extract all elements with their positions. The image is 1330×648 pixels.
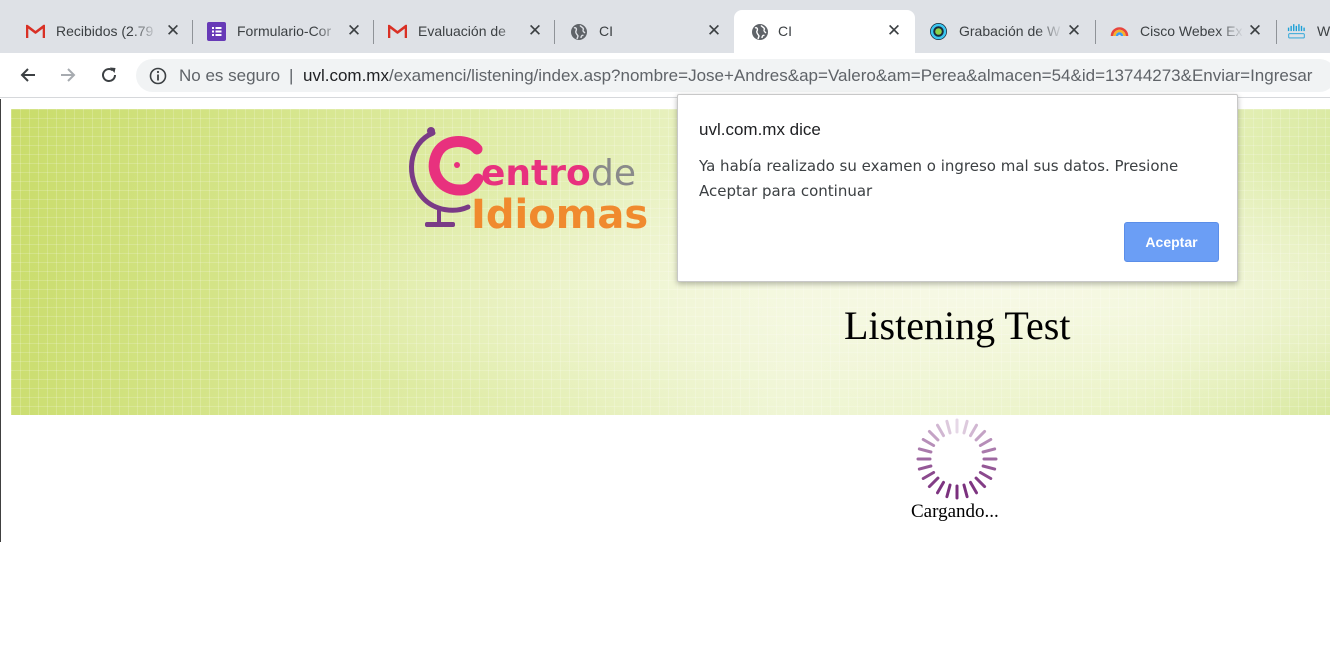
tab-close-icon[interactable]: ✕ — [165, 23, 181, 40]
tab-cisco-webex[interactable]: Cisco Webex Ex ✕ — [1084, 10, 1277, 53]
alert-dialog: uvl.com.mx dice Ya había realizado su ex… — [677, 94, 1238, 282]
globe-icon — [750, 22, 769, 41]
spinner-spoke — [962, 483, 969, 499]
tab-title: Evaluación de — [418, 23, 506, 39]
security-label[interactable]: No es seguro — [179, 66, 280, 86]
tab-title: Grabación de W — [959, 23, 1061, 39]
omnibox-separator: | — [289, 66, 294, 85]
arrow-right-icon — [61, 68, 76, 82]
tab-recibidos[interactable]: Recibidos (2.79 ✕ — [0, 10, 193, 53]
tab-close-icon[interactable]: ✕ — [1247, 23, 1263, 40]
tab-close-icon[interactable]: ✕ — [886, 23, 902, 40]
gmail-icon — [26, 22, 45, 41]
spinner-spoke — [981, 464, 997, 471]
page-edge — [0, 99, 1, 542]
tab-title: W — [1317, 23, 1330, 39]
tab-title: CI — [778, 23, 792, 39]
spinner-spoke — [945, 483, 952, 499]
tab-grabacion[interactable]: Grabación de W ✕ — [903, 10, 1096, 53]
tab-close-icon[interactable]: ✕ — [1066, 23, 1082, 40]
tab-ci-active[interactable]: CI ✕ — [734, 10, 915, 53]
google-forms-icon — [207, 22, 226, 41]
tab-title: Cisco Webex Ex — [1140, 23, 1243, 39]
webex-icon — [929, 22, 948, 41]
webex-meetings-icon — [1110, 22, 1129, 41]
dialog-title: uvl.com.mx dice — [699, 120, 821, 139]
spinner-spoke — [978, 438, 993, 447]
loading-text: Cargando... — [911, 501, 999, 522]
spinner-spoke — [962, 419, 969, 435]
tab-close-icon[interactable]: ✕ — [706, 23, 722, 40]
centro-de-idiomas-logo: entro de Idiomas — [409, 127, 648, 233]
spinner-spoke — [978, 471, 993, 480]
forward-button[interactable] — [54, 61, 82, 89]
browser-toolbar: No es seguro | uvl.com.mx/examenci/liste… — [0, 53, 1330, 98]
url-text[interactable]: uvl.com.mx/examenci/listening/index.asp?… — [303, 66, 1312, 86]
page-title: Listening Test — [844, 303, 1071, 348]
address-bar[interactable]: No es seguro | uvl.com.mx/examenci/liste… — [136, 59, 1330, 92]
url-path: /examenci/listening/index.asp?nombre=Jos… — [388, 66, 1313, 85]
logo-word-de: de — [591, 153, 636, 194]
gmail-icon — [388, 22, 407, 41]
tab-strip: Recibidos (2.79 ✕ Formulario-Cor ✕ Evalu… — [0, 0, 1330, 53]
tab-title: CI — [599, 23, 613, 39]
back-button[interactable] — [14, 61, 42, 89]
spinner-spoke — [927, 476, 940, 489]
tab-close-icon[interactable]: ✕ — [527, 23, 543, 40]
tab-formulario[interactable]: Formulario-Cor ✕ — [181, 10, 374, 53]
spinner-spoke — [927, 429, 940, 442]
dialog-message: Ya había realizado su examen o ingreso m… — [699, 157, 1179, 200]
reload-icon — [102, 67, 117, 82]
logo-word-centro: entro — [481, 153, 591, 194]
spinner-spoke — [981, 447, 997, 454]
spinner-spoke — [969, 480, 978, 495]
spinner-spoke — [917, 447, 933, 454]
spinner-spoke — [917, 464, 933, 471]
tab-evaluacion[interactable]: Evaluación de ✕ — [362, 10, 555, 53]
spinner-spoke — [974, 476, 987, 489]
spinner-spoke — [945, 419, 952, 435]
reload-button[interactable] — [95, 61, 123, 89]
cisco-icon — [1287, 22, 1306, 41]
tab-title: Recibidos (2.79 — [56, 23, 154, 39]
info-icon[interactable] — [149, 67, 167, 85]
tab-cisco[interactable]: W — [1265, 10, 1330, 53]
accept-button[interactable]: Aceptar — [1124, 222, 1219, 262]
spinner-spoke — [974, 429, 987, 442]
spinner-spoke — [921, 438, 936, 447]
spinner-spoke — [936, 423, 945, 438]
tab-title: Formulario-Cor — [237, 23, 332, 39]
globe-icon — [569, 22, 588, 41]
url-host: uvl.com.mx — [303, 66, 389, 85]
tab-ci[interactable]: CI ✕ — [543, 10, 736, 53]
loading-spinner-icon — [916, 418, 998, 500]
arrow-left-icon — [20, 68, 35, 82]
spinner-spoke — [921, 471, 936, 480]
logo-word-idiomas: Idiomas — [471, 192, 648, 233]
spinner-spoke — [936, 480, 945, 495]
spinner-spoke — [969, 423, 978, 438]
tab-close-icon[interactable]: ✕ — [346, 23, 362, 40]
